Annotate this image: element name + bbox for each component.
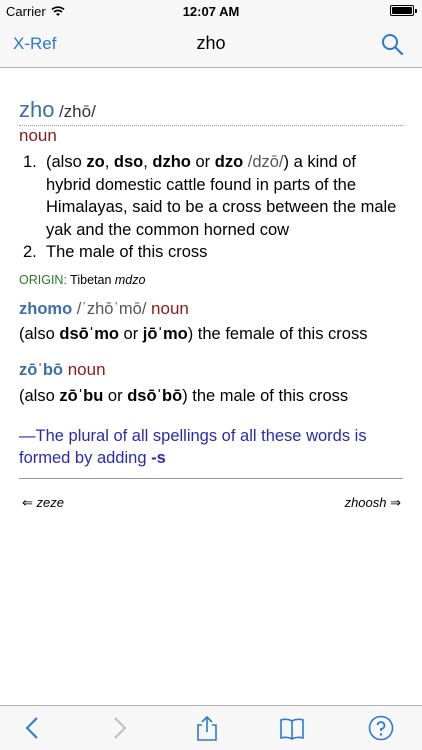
origin-word: mdzo <box>114 273 146 287</box>
subentry-headword: zōˈbō <box>19 361 63 379</box>
sense-text: The male of this cross <box>46 243 208 261</box>
subentry-zobo: zōˈbō noun <box>19 360 106 380</box>
subentry-pronunciation: /ˈzhōˈmō/ <box>72 300 152 318</box>
sense-number: 2. <box>23 243 37 261</box>
back-icon[interactable] <box>20 715 46 741</box>
page-title: zho <box>196 33 226 53</box>
headword: zho <box>19 97 55 122</box>
subentry-zhomo: zhomo /ˈzhōˈmō/ noun <box>19 299 189 319</box>
variant-spelling: dzho <box>152 153 191 171</box>
help-icon[interactable] <box>368 715 394 741</box>
variant-spelling: dzo <box>214 153 244 171</box>
sense-number: 1. <box>23 153 37 171</box>
origin-label: ORIGIN: <box>19 273 67 287</box>
sense-list: 1. (also zo, dso, dzho or dzo /dzō/) a k… <box>23 151 403 264</box>
variant-spelling: zo <box>86 153 105 171</box>
entry-content: zho /zhō/ noun 1. (also zo, dso, dzho or… <box>0 69 422 705</box>
subentry-definition: (also zōˈbu or dsōˈbō) the male of this … <box>19 387 349 405</box>
sense-text: (also zo, dso, dzho or dzo /dzō/) a kind… <box>46 153 397 239</box>
forward-icon[interactable] <box>106 715 132 741</box>
subentry-definition: (also dsōˈmo or jōˈmo) the female of thi… <box>19 325 368 343</box>
origin-language: Tibetan <box>70 273 112 287</box>
pronunciation: /zhō/ <box>58 102 96 121</box>
top-bar: Carrier 12:07 AM X-Ref zho <box>0 0 422 68</box>
part-of-speech: noun <box>19 126 57 145</box>
origin-line: ORIGIN: Tibetan mdzo <box>19 273 145 287</box>
next-entry-link[interactable]: zhoosh ⇒ <box>345 495 401 511</box>
navigation-bar: X-Ref zho <box>0 22 422 66</box>
variant-pronunciation: /dzō/ <box>243 153 284 171</box>
variant-spelling: dso <box>113 153 144 171</box>
bottom-toolbar <box>0 705 422 750</box>
usage-note: —The plural of all spellings of all thes… <box>19 427 367 467</box>
sense-1: 1. (also zo, dso, dzho or dzo /dzō/) a k… <box>23 151 403 241</box>
sense-2: 2. The male of this cross <box>23 241 403 264</box>
status-time: 12:07 AM <box>182 4 240 19</box>
share-icon[interactable] <box>194 715 220 741</box>
subentry-pos: noun <box>62 360 106 379</box>
subentry-headword: zhomo <box>19 300 73 318</box>
search-icon[interactable] <box>380 32 404 56</box>
status-bar: Carrier 12:07 AM <box>0 0 422 22</box>
subentry-pos: noun <box>151 299 189 318</box>
previous-entry-link[interactable]: ⇐ zeze <box>22 495 64 511</box>
bookmarks-icon[interactable] <box>279 715 305 741</box>
entry-header: zho /zhō/ <box>19 97 403 126</box>
divider <box>19 478 403 479</box>
battery-icon <box>390 5 417 16</box>
